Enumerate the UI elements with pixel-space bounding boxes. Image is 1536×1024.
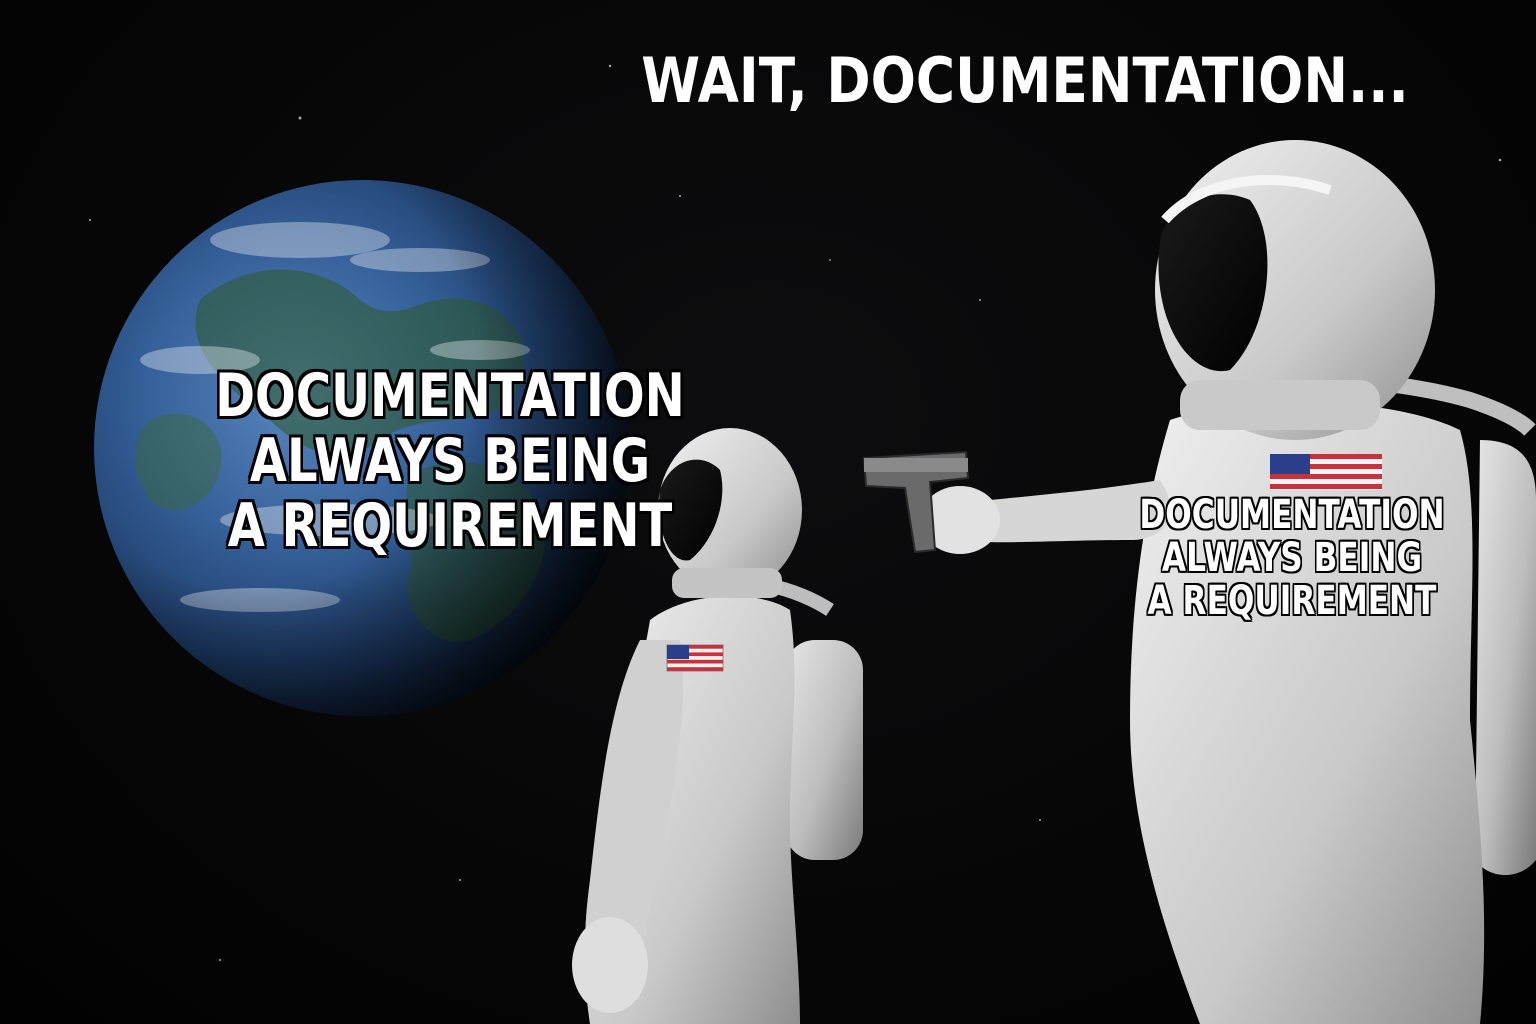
- astronaut-caption: DOCUMENTATION ALWAYS BEING A REQUIREMENT: [1139, 492, 1445, 625]
- meme-scene: WAIT, DOCUMENTATION... DOCUMENTATION ALW…: [0, 0, 1536, 1024]
- earth-caption: DOCUMENTATION ALWAYS BEING A REQUIREMENT: [215, 361, 685, 561]
- flag-patch-back: [1270, 454, 1382, 490]
- top-caption: WAIT, DOCUMENTATION...: [641, 44, 1409, 117]
